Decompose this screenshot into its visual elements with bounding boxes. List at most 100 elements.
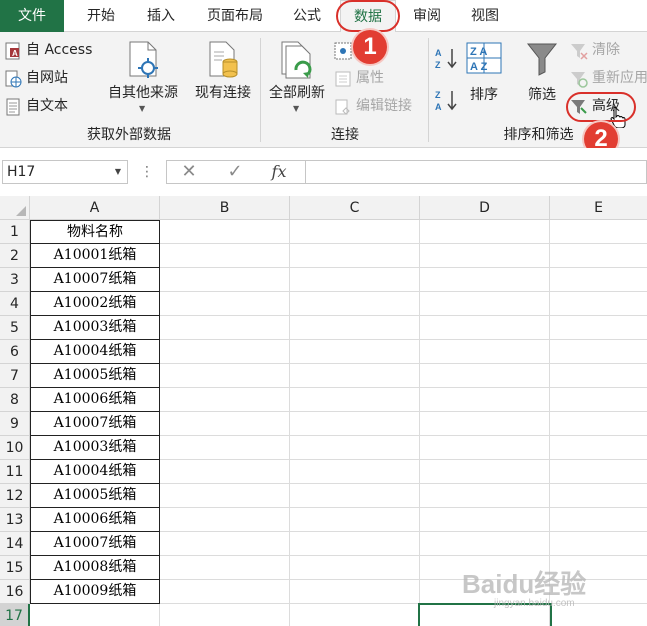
cell-e14[interactable] — [550, 532, 647, 556]
column-header-c[interactable]: C — [290, 196, 420, 220]
row-header-11[interactable]: 11 — [0, 460, 30, 484]
enter-icon[interactable]: ✓ — [218, 160, 252, 184]
insert-function-icon[interactable]: fx — [262, 160, 296, 184]
cell-d2[interactable] — [420, 244, 550, 268]
cell-b2[interactable] — [160, 244, 290, 268]
row-header-10[interactable]: 10 — [0, 436, 30, 460]
cell-a15[interactable]: A10008纸箱 — [30, 556, 160, 580]
cell-c4[interactable] — [290, 292, 420, 316]
cell-b4[interactable] — [160, 292, 290, 316]
cell-c15[interactable] — [290, 556, 420, 580]
row-header-2[interactable]: 2 — [0, 244, 30, 268]
cell-d13[interactable] — [420, 508, 550, 532]
sort-button[interactable]: Z A A Z 排序 — [462, 36, 506, 116]
cell-d6[interactable] — [420, 340, 550, 364]
row-header-15[interactable]: 15 — [0, 556, 30, 580]
cell-c5[interactable] — [290, 316, 420, 340]
refresh-all-button[interactable]: 全部刷新 ▼ — [264, 36, 330, 116]
cell-e8[interactable] — [550, 388, 647, 412]
cell-b1[interactable] — [160, 220, 290, 244]
formula-input[interactable] — [306, 160, 647, 184]
cell-b6[interactable] — [160, 340, 290, 364]
cell-c9[interactable] — [290, 412, 420, 436]
cell-e1[interactable] — [550, 220, 647, 244]
cell-e4[interactable] — [550, 292, 647, 316]
cell-a10[interactable]: A10003纸箱 — [30, 436, 160, 460]
cell-b10[interactable] — [160, 436, 290, 460]
cell-b12[interactable] — [160, 484, 290, 508]
cell-d7[interactable] — [420, 364, 550, 388]
cell-e9[interactable] — [550, 412, 647, 436]
row-header-16[interactable]: 16 — [0, 580, 30, 604]
cell-d11[interactable] — [420, 460, 550, 484]
cell-e13[interactable] — [550, 508, 647, 532]
cancel-icon[interactable]: ✕ — [172, 160, 206, 184]
cell-c1[interactable] — [290, 220, 420, 244]
row-header-5[interactable]: 5 — [0, 316, 30, 340]
cell-e3[interactable] — [550, 268, 647, 292]
cell-e7[interactable] — [550, 364, 647, 388]
row-header-6[interactable]: 6 — [0, 340, 30, 364]
cell-c12[interactable] — [290, 484, 420, 508]
row-header-13[interactable]: 13 — [0, 508, 30, 532]
cell-c11[interactable] — [290, 460, 420, 484]
cell-b3[interactable] — [160, 268, 290, 292]
cell-b9[interactable] — [160, 412, 290, 436]
cell-a1[interactable]: 物料名称 — [30, 220, 160, 244]
cell-a2[interactable]: A10001纸箱 — [30, 244, 160, 268]
cell-c13[interactable] — [290, 508, 420, 532]
tab-page-layout[interactable]: 页面布局 — [196, 0, 274, 32]
cell-c10[interactable] — [290, 436, 420, 460]
cell-b17[interactable] — [160, 604, 290, 626]
tab-home[interactable]: 开始 — [76, 0, 126, 32]
cell-a13[interactable]: A10006纸箱 — [30, 508, 160, 532]
cell-d9[interactable] — [420, 412, 550, 436]
tab-file[interactable]: 文件 — [0, 0, 64, 32]
row-header-17[interactable]: 17 — [0, 604, 30, 626]
chevron-down-icon[interactable]: ▼ — [115, 161, 121, 183]
sort-descending-button[interactable]: ZA — [434, 88, 460, 112]
row-header-3[interactable]: 3 — [0, 268, 30, 292]
cell-c6[interactable] — [290, 340, 420, 364]
cell-e10[interactable] — [550, 436, 647, 460]
column-header-e[interactable]: E — [550, 196, 647, 220]
cell-c16[interactable] — [290, 580, 420, 604]
cell-c3[interactable] — [290, 268, 420, 292]
cell-b14[interactable] — [160, 532, 290, 556]
cell-d1[interactable] — [420, 220, 550, 244]
cell-e6[interactable] — [550, 340, 647, 364]
sort-ascending-button[interactable]: AZ — [434, 46, 460, 70]
cell-c8[interactable] — [290, 388, 420, 412]
cell-a3[interactable]: A10007纸箱 — [30, 268, 160, 292]
column-header-d[interactable]: D — [420, 196, 550, 220]
cell-d14[interactable] — [420, 532, 550, 556]
more-options-icon[interactable]: ⋮ — [140, 160, 154, 184]
cell-a4[interactable]: A10002纸箱 — [30, 292, 160, 316]
column-header-b[interactable]: B — [160, 196, 290, 220]
cell-b7[interactable] — [160, 364, 290, 388]
cell-b15[interactable] — [160, 556, 290, 580]
filter-button[interactable]: 筛选 — [520, 36, 564, 116]
select-all-button[interactable] — [0, 196, 30, 220]
cell-e11[interactable] — [550, 460, 647, 484]
cell-c17[interactable] — [290, 604, 420, 626]
cell-d12[interactable] — [420, 484, 550, 508]
cell-a14[interactable]: A10007纸箱 — [30, 532, 160, 556]
tab-view[interactable]: 视图 — [460, 0, 510, 32]
cell-a16[interactable]: A10009纸箱 — [30, 580, 160, 604]
cell-a11[interactable]: A10004纸箱 — [30, 460, 160, 484]
cell-a8[interactable]: A10006纸箱 — [30, 388, 160, 412]
name-box[interactable]: H17 ▼ — [2, 160, 128, 184]
cell-b5[interactable] — [160, 316, 290, 340]
from-other-sources-button[interactable]: 自其他来源 ▼ — [104, 36, 182, 116]
cell-a7[interactable]: A10005纸箱 — [30, 364, 160, 388]
row-header-14[interactable]: 14 — [0, 532, 30, 556]
cell-b16[interactable] — [160, 580, 290, 604]
cell-a12[interactable]: A10005纸箱 — [30, 484, 160, 508]
row-header-8[interactable]: 8 — [0, 388, 30, 412]
cell-b8[interactable] — [160, 388, 290, 412]
cell-b11[interactable] — [160, 460, 290, 484]
row-header-7[interactable]: 7 — [0, 364, 30, 388]
cell-e2[interactable] — [550, 244, 647, 268]
column-header-a[interactable]: A — [30, 196, 160, 220]
